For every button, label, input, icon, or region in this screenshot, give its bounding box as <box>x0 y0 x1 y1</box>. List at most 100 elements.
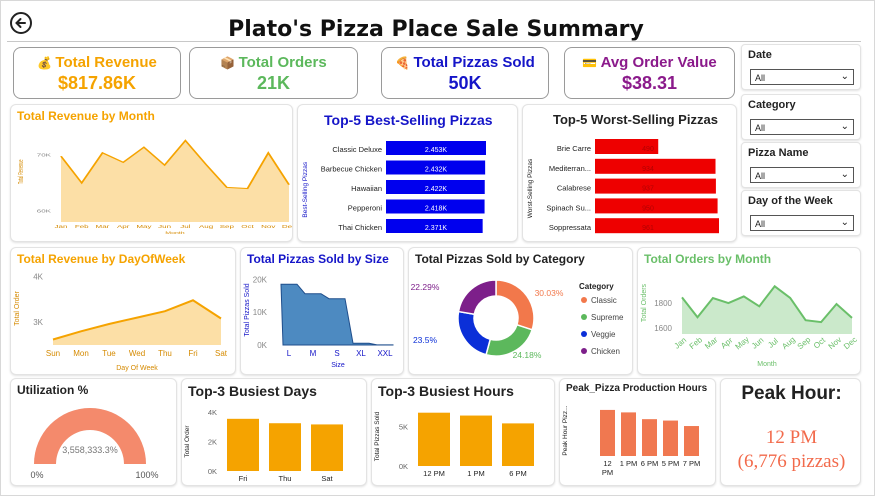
chevron-down-icon: ⌄ <box>840 121 849 132</box>
slicer-pizza-name: Pizza Name All ⌄ <box>741 142 861 188</box>
category-label: Spinach Su... <box>546 203 591 212</box>
x-tick-label: Tue <box>102 349 116 358</box>
slicer-value: All <box>755 219 766 229</box>
bar <box>621 412 636 456</box>
bar <box>600 409 615 456</box>
data-label: 2.453K <box>425 147 448 154</box>
page-title: Plato's Pizza Place Sale Summary <box>228 17 644 42</box>
x-tick-label: 5 PM <box>662 459 680 468</box>
orders-by-month-card: Total Orders by Month Jan Feb Mar Apr May Jun… <box>637 247 861 375</box>
x-tick-label: Jun <box>158 225 171 230</box>
revenue-by-dow-card: Total Revenue by DayOfWeek Sun Mon Tue Wed T… <box>10 247 236 375</box>
x-tick-label: 1 PM <box>620 459 638 468</box>
peak-production-card: Peak_Pizza Production Hours 12 PM 1 PM 6 PM… <box>559 378 716 486</box>
y-axis-label: Worst-Selling Pizzas <box>527 158 534 218</box>
slicer-value: All <box>755 123 766 133</box>
bar <box>418 412 450 466</box>
slicer-dropdown[interactable]: All ⌄ <box>750 167 854 183</box>
gauge-value: 3,558,333.3% <box>62 445 118 455</box>
pie-slice <box>457 310 492 356</box>
back-arrow-icon <box>15 18 26 28</box>
back-button[interactable] <box>10 12 32 34</box>
y-tick-label: 5K <box>399 423 408 432</box>
busiest-days-chart: Fri Thu Sat 4K 2K 0K Total Order <box>184 408 343 483</box>
utilization-gauge: 3,558,333.3% 0% 100% <box>30 408 159 480</box>
x-tick-label: S <box>334 349 339 358</box>
slicer-date: Date All ⌄ <box>741 44 861 90</box>
y-tick-label: 3K <box>33 318 43 327</box>
slicer-value: All <box>755 171 766 181</box>
busiest-hours-card: Top-3 Busiest Hours 12 PM 1 PM 6 PM 5K 0K Tot… <box>371 378 555 486</box>
peak-hour-value: 12 PM <box>765 427 818 448</box>
orders-by-month-chart: Jan Feb Mar Apr MayJun Jul AugSep Oct NovDec 1800… <box>641 283 859 368</box>
x-tick-label: Jul <box>180 225 190 230</box>
x-tick-label: Oct <box>812 335 828 350</box>
category-label: Barbecue Chicken <box>321 165 382 174</box>
kpi-value: 50K <box>448 73 482 93</box>
revenue-by-month-card: Total Revenue by Month Jan Feb Mar Apr May Ju… <box>10 104 293 242</box>
kpi-icon: 🍕 <box>395 56 414 70</box>
x-tick-label: Jul <box>766 336 780 350</box>
x-tick-label: Feb <box>688 335 705 351</box>
y-tick-label: 20K <box>253 275 268 284</box>
kpi-card-total-revenue: 💰 Total Revenue $817.86K <box>13 47 181 99</box>
y-axis-label: Total Pizzas Sold <box>244 283 251 336</box>
slicer-dropdown[interactable]: All ⌄ <box>750 69 854 85</box>
revenue-by-dow-chart: Sun Mon Tue Wed Thu Fri Sat 4K 3K Day Of Week Tota… <box>14 273 228 372</box>
gauge-min: 0% <box>30 470 43 480</box>
x-axis-label: Size <box>331 362 345 369</box>
x-tick-label: Mar <box>96 225 111 230</box>
data-label: 937 <box>642 186 654 193</box>
legend-marker <box>581 297 587 303</box>
slicer-label: Date <box>748 49 772 61</box>
bar <box>663 420 678 456</box>
top5-worst-card: Top-5 Worst-Selling Pizzas Brie Carre 490… <box>522 104 737 242</box>
kpi-value: 21K <box>256 73 291 93</box>
x-tick-label: Feb <box>75 225 89 230</box>
bar <box>311 424 343 471</box>
x-tick-label: May <box>136 225 152 230</box>
y-axis-label: Total Order <box>14 291 21 326</box>
slicer-dropdown[interactable]: All ⌄ <box>750 119 854 135</box>
data-label: 2.371K <box>425 225 448 232</box>
kpi-label-text: Avg Order Value <box>600 54 717 71</box>
peak-hour-pizzas: (6,776 pizzas) <box>737 451 846 472</box>
x-tick-label: Aug <box>199 225 214 230</box>
kpi-icon: 💰 <box>37 56 56 70</box>
x-tick-label: May <box>734 335 751 352</box>
y-tick-label: 0K <box>399 462 408 471</box>
legend-entry: Chicken <box>591 347 620 356</box>
x-tick-label: Dec <box>842 335 859 351</box>
legend-entry: Veggie <box>591 330 616 339</box>
bar <box>595 198 718 214</box>
x-tick-label: Jun <box>750 335 766 350</box>
slicer-category: Category All ⌄ <box>741 94 861 140</box>
revenue-by-month-chart: Jan Feb Mar Apr May Jun Jul Aug Sep Oct Nov Dec 70K 6… <box>18 139 293 236</box>
x-tick-label: Dec <box>282 225 293 230</box>
peak-hour-card: Peak Hour: 12 PM (6,776 pizzas) <box>720 378 861 486</box>
slicer-label: Day of the Week <box>748 195 833 207</box>
x-tick-label: Jan <box>55 225 68 230</box>
kpi-icon: 💳 <box>582 56 601 70</box>
slicer-day-of-the-week: Day of the Week All ⌄ <box>741 190 861 236</box>
x-axis-label: Day Of Week <box>116 365 158 372</box>
y-tick-label: 1800 <box>654 299 672 308</box>
x-tick-label: 12 <box>603 459 611 468</box>
x-tick-label: Nov <box>827 335 844 351</box>
pizzas-by-size-card: Total Pizzas Sold by Size L M S XL XXL 20K 10K… <box>240 247 404 375</box>
kpi-label-text: Total Revenue <box>55 54 157 71</box>
bar <box>595 158 716 174</box>
x-tick-label: Oct <box>241 225 254 230</box>
slice-label: 24.18% <box>513 350 542 360</box>
y-tick-label: 0K <box>208 467 217 476</box>
legend-entry: Supreme <box>591 313 624 322</box>
bar <box>269 423 301 471</box>
slicer-dropdown[interactable]: All ⌄ <box>750 215 854 231</box>
bar <box>642 419 657 456</box>
slice-label: 30.03% <box>535 288 564 298</box>
y-tick-label: 4K <box>208 408 217 417</box>
data-label: 934 <box>642 166 654 173</box>
busiest-days-card: Top-3 Busiest Days Fri Thu Sat 4K 2K 0K Total … <box>181 378 367 486</box>
category-label: Classic Deluxe <box>332 145 382 154</box>
x-tick-label: Sep <box>220 225 235 230</box>
